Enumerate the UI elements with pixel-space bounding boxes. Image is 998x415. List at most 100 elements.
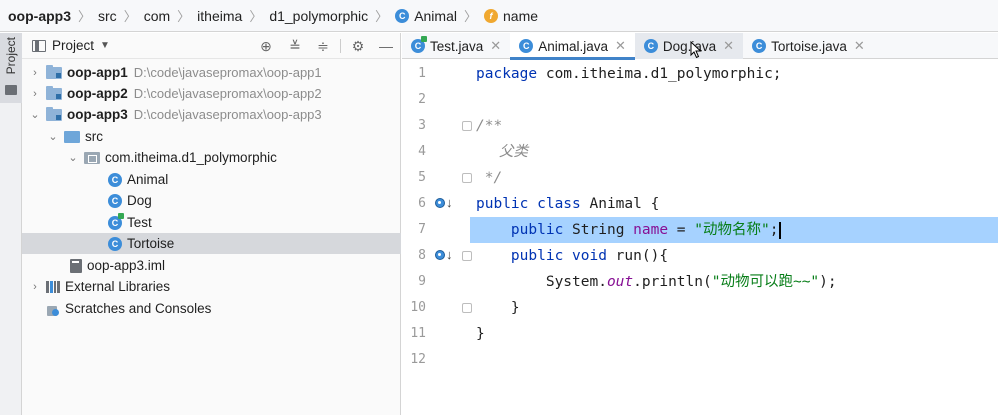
line-number: 12 <box>410 352 426 367</box>
project-view-selector[interactable]: Project ▼ <box>32 38 110 53</box>
close-icon[interactable]: ✕ <box>723 38 734 54</box>
gear-icon[interactable]: ⚙ <box>350 38 366 54</box>
tab-test-java[interactable]: C Test.java ✕ <box>402 33 510 59</box>
chevron-right-icon: 〉 <box>177 9 191 24</box>
toolbar-divider <box>340 39 341 53</box>
tree-item-oop-app2[interactable]: › oop-app2 D:\code\javasepromax\oop-app2 <box>22 83 401 104</box>
code-line: */ <box>476 170 503 186</box>
class-icon: C <box>108 193 122 208</box>
chevron-right-icon: 〉 <box>123 9 137 24</box>
text-caret <box>779 221 781 239</box>
tree-item-external-libraries[interactable]: › External Libraries <box>22 276 401 297</box>
line-number: 4 <box>418 144 426 159</box>
breadcrumb-field[interactable]: f name <box>484 8 538 24</box>
tree-item-dog[interactable]: C Dog <box>22 190 401 211</box>
line-number: 8 <box>418 248 426 263</box>
tree-item-test[interactable]: C Test <box>22 212 401 233</box>
scratches-icon <box>46 302 60 316</box>
tab-tortoise-java[interactable]: C Tortoise.java ✕ <box>743 33 874 59</box>
locate-icon[interactable]: ⊕ <box>258 38 274 54</box>
close-icon[interactable]: ✕ <box>615 38 626 54</box>
editor-gutter: 1 2 3 4 5 6 7 8 9 10 11 12 ↓ ↓ <box>402 60 472 415</box>
line-number: 10 <box>410 300 426 315</box>
breadcrumb-project[interactable]: oop-app3 <box>8 8 71 24</box>
module-icon <box>46 106 62 121</box>
tab-dog-java[interactable]: C Dog.java ✕ <box>634 33 744 59</box>
class-icon: C <box>108 172 122 187</box>
tree-item-oop-app3[interactable]: ⌄ oop-app3 D:\code\javasepromax\oop-app3 <box>22 104 401 125</box>
breadcrumb: oop-app3 〉 src 〉 com 〉 itheima 〉 d1_poly… <box>0 0 998 32</box>
module-icon <box>46 85 62 100</box>
chevron-right-icon: 〉 <box>375 9 389 24</box>
field-icon: f <box>484 8 498 23</box>
expand-all-icon[interactable]: ≚ <box>287 38 303 54</box>
project-panel-title: Project <box>52 38 95 53</box>
code-line: } <box>476 326 485 342</box>
tree-item-oop-app1[interactable]: › oop-app1 D:\code\javasepromax\oop-app1 <box>22 62 401 83</box>
code-editor[interactable]: package com.itheima.d1_polymorphic; /** … <box>470 60 998 415</box>
line-number: 9 <box>418 274 426 289</box>
runnable-class-icon: C <box>108 212 124 230</box>
code-line-current: public String name = "动物名称"; <box>470 217 998 243</box>
overridden-gutter-icon[interactable]: ↓ <box>435 247 453 263</box>
class-icon: C <box>643 39 658 53</box>
runnable-class-icon: C <box>411 36 427 53</box>
close-icon[interactable]: ✕ <box>854 38 865 54</box>
class-icon: C <box>395 8 410 23</box>
chevron-right-icon: 〉 <box>78 9 92 24</box>
breadcrumb-itheima[interactable]: itheima <box>197 8 242 24</box>
tool-window-stripe: Project <box>0 33 22 415</box>
breadcrumb-src[interactable]: src <box>98 8 117 24</box>
overridden-gutter-icon[interactable]: ↓ <box>435 195 453 211</box>
chevron-right-icon[interactable]: › <box>28 88 42 100</box>
code-line: System.out.println("动物可以跑~~"); <box>476 274 837 290</box>
tree-item-tortoise[interactable]: C Tortoise <box>22 233 401 254</box>
chevron-right-icon[interactable]: › <box>28 67 42 79</box>
tree-item-iml[interactable]: oop-app3.iml <box>22 255 401 276</box>
line-number: 3 <box>418 118 426 133</box>
chevron-right-icon: 〉 <box>249 9 263 24</box>
collapse-all-icon[interactable]: ≑ <box>315 38 331 54</box>
code-line: 父类 <box>476 144 529 160</box>
code-line: /** <box>476 118 503 134</box>
code-line: package com.itheima.d1_polymorphic; <box>476 66 782 82</box>
line-number: 1 <box>418 66 426 81</box>
folder-icon <box>5 85 17 95</box>
breadcrumb-com[interactable]: com <box>144 8 170 24</box>
project-tool-tab[interactable]: Project <box>0 33 22 103</box>
package-icon <box>84 151 100 164</box>
project-icon <box>32 39 46 52</box>
chevron-right-icon[interactable]: › <box>28 281 42 293</box>
breadcrumb-class[interactable]: C Animal <box>395 8 457 24</box>
source-folder-icon <box>64 130 80 143</box>
close-icon[interactable]: ✕ <box>490 38 501 54</box>
minimize-icon[interactable]: — <box>378 38 394 54</box>
chevron-right-icon: 〉 <box>463 9 477 24</box>
project-panel-header: Project ▼ ⊕ ≚ ≑ ⚙ — <box>22 33 400 59</box>
chevron-down-icon[interactable]: ⌄ <box>66 151 80 164</box>
libraries-icon <box>46 280 60 293</box>
chevron-down-icon: ▼ <box>100 40 110 51</box>
line-number: 7 <box>418 222 426 237</box>
chevron-down-icon[interactable]: ⌄ <box>28 108 42 121</box>
line-number: 6 <box>418 196 426 211</box>
line-number: 5 <box>418 170 426 185</box>
iml-file-icon <box>70 258 82 273</box>
code-line: } <box>476 300 520 316</box>
tree-item-animal[interactable]: C Animal <box>22 169 401 190</box>
tree-item-src[interactable]: ⌄ src <box>22 126 401 147</box>
class-icon: C <box>108 236 122 251</box>
line-number: 2 <box>418 92 426 107</box>
code-line: public void run(){ <box>510 248 669 264</box>
class-icon: C <box>519 39 534 53</box>
chevron-down-icon[interactable]: ⌄ <box>46 130 60 143</box>
class-icon: C <box>752 39 767 53</box>
tree-item-package[interactable]: ⌄ com.itheima.d1_polymorphic <box>22 147 401 168</box>
mouse-cursor-icon <box>690 41 702 59</box>
project-panel: Project ▼ ⊕ ≚ ≑ ⚙ — › oop-app1 D:\code\j… <box>22 33 401 415</box>
tab-animal-java[interactable]: C Animal.java ✕ <box>510 33 635 60</box>
breadcrumb-package[interactable]: d1_polymorphic <box>269 8 368 24</box>
tree-item-scratches[interactable]: Scratches and Consoles <box>22 298 401 319</box>
